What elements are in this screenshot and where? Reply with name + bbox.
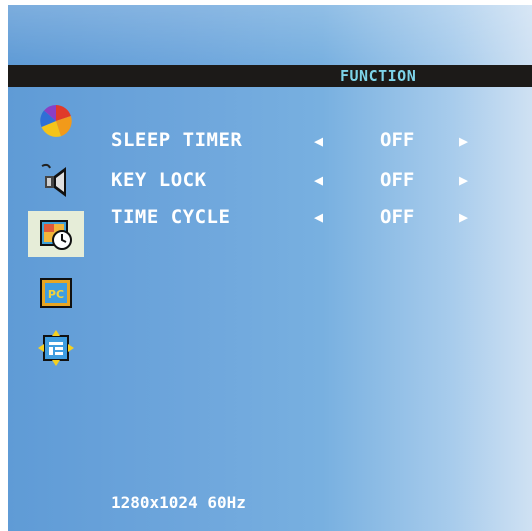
- osd-panel: FUNCTION PC SLEEP TIMER ◀ OFF ▶ KEY LOCK…: [8, 5, 532, 531]
- menu-value-sleep-timer: OFF: [380, 129, 415, 151]
- resolution-status: 1280x1024 60Hz: [111, 493, 246, 512]
- increase-arrow-icon[interactable]: ▶: [459, 171, 468, 189]
- sidebar-item-color[interactable]: [28, 98, 84, 144]
- menu-title: FUNCTION: [340, 67, 417, 85]
- color-wheel-icon: [40, 105, 72, 137]
- menu-label-time-cycle: TIME CYCLE: [111, 206, 231, 228]
- pc-icon: PC: [40, 278, 72, 308]
- menu-value-time-cycle: OFF: [380, 206, 415, 228]
- title-bar: [8, 65, 532, 87]
- sidebar-item-audio[interactable]: [28, 157, 84, 203]
- svg-text:PC: PC: [48, 288, 64, 301]
- menu-value-key-lock: OFF: [380, 169, 415, 191]
- sidebar-item-pc[interactable]: PC: [28, 270, 84, 316]
- decrease-arrow-icon[interactable]: ◀: [314, 171, 323, 189]
- sidebar-item-position[interactable]: [28, 325, 84, 371]
- sidebar-item-function[interactable]: [28, 211, 84, 257]
- clock-function-icon: [40, 220, 72, 250]
- speaker-icon: [41, 163, 66, 197]
- decrease-arrow-icon[interactable]: ◀: [314, 208, 323, 226]
- increase-arrow-icon[interactable]: ▶: [459, 208, 468, 226]
- menu-label-key-lock: KEY LOCK: [111, 169, 207, 191]
- decrease-arrow-icon[interactable]: ◀: [314, 132, 323, 150]
- menu-label-sleep-timer: SLEEP TIMER: [111, 129, 243, 151]
- increase-arrow-icon[interactable]: ▶: [459, 132, 468, 150]
- position-icon: [38, 330, 74, 366]
